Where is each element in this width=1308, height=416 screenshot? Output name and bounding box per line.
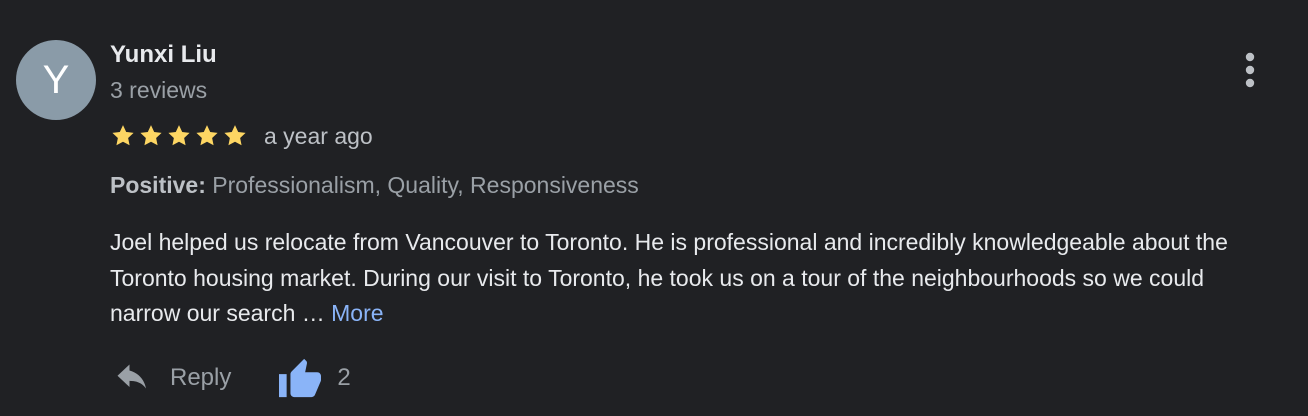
more-options-button[interactable] — [1234, 50, 1266, 90]
review-time: a year ago — [264, 122, 373, 149]
rating-row: a year ago — [110, 120, 373, 152]
star-icon — [224, 125, 246, 146]
thumb-up-icon — [279, 358, 322, 398]
avatar-initial: Y — [42, 57, 70, 102]
review-count[interactable]: 3 reviews — [110, 76, 207, 104]
review-text: Joel helped us relocate from Vancouver t… — [110, 225, 1280, 332]
star-icon — [168, 125, 190, 146]
star-rating — [110, 123, 248, 149]
review-actions: Reply 2 — [110, 352, 351, 404]
review-body: Joel helped us relocate from Vancouver t… — [110, 229, 1228, 326]
star-icon — [112, 125, 134, 146]
review-card: Y Yunxi Liu 3 reviews a year ago Positiv… — [0, 0, 1308, 416]
attributes-label: Positive: — [110, 172, 206, 198]
star-icon — [196, 125, 218, 146]
like-count: 2 — [337, 364, 351, 391]
review-attributes: Positive: Professionalism, Quality, Resp… — [110, 170, 639, 200]
star-icon — [140, 125, 162, 146]
reply-label: Reply — [170, 364, 232, 391]
more-vert-icon — [1245, 52, 1255, 88]
attributes-values: Professionalism, Quality, Responsiveness — [212, 172, 639, 198]
like-button[interactable]: 2 — [277, 352, 351, 404]
more-link[interactable]: More — [331, 300, 383, 326]
reply-icon — [117, 364, 146, 389]
reply-button[interactable]: Reply — [110, 352, 237, 404]
avatar[interactable]: Y — [16, 40, 96, 120]
reviewer-name[interactable]: Yunxi Liu — [110, 40, 217, 70]
